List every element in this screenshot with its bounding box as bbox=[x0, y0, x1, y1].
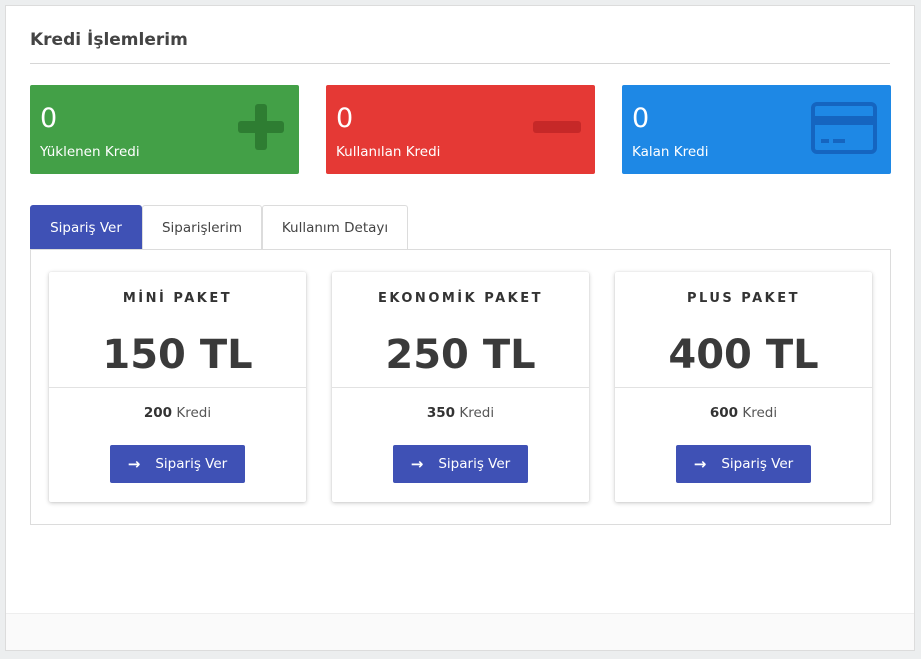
stat-label: Kullanılan Kredi bbox=[336, 144, 441, 160]
stat-loaded-credit: 0 Yüklenen Kredi bbox=[30, 85, 299, 174]
package-price: 400 TL bbox=[668, 332, 819, 378]
package-card-economic: EKONOMİK PAKET 250 TL 350 Kredi → Sipari… bbox=[332, 272, 589, 502]
package-name: MİNİ PAKET bbox=[122, 291, 233, 306]
credit-unit: Kredi bbox=[176, 405, 212, 421]
credit-panel: Kredi İşlemlerim 0 Yüklenen Kredi 0 Kull… bbox=[5, 5, 915, 651]
package-price: 250 TL bbox=[385, 332, 536, 378]
panel-footer bbox=[6, 613, 914, 650]
tab-usage-detail[interactable]: Kullanım Detayı bbox=[262, 205, 408, 250]
package-credit: 350 Kredi bbox=[332, 405, 589, 421]
tab-order[interactable]: Sipariş Ver bbox=[30, 205, 142, 250]
title-divider bbox=[30, 63, 890, 64]
order-button[interactable]: → Sipariş Ver bbox=[393, 445, 528, 483]
credit-unit: Kredi bbox=[459, 405, 495, 421]
tab-content-order: MİNİ PAKET 150 TL 200 Kredi → Sipariş Ve… bbox=[30, 249, 891, 525]
package-card-mini: MİNİ PAKET 150 TL 200 Kredi → Sipariş Ve… bbox=[49, 272, 306, 502]
package-name: PLUS PAKET bbox=[686, 291, 800, 306]
credit-amount: 600 bbox=[709, 405, 739, 421]
stat-value: 0 bbox=[632, 103, 650, 134]
minus-icon bbox=[533, 121, 581, 133]
package-credit: 600 Kredi bbox=[615, 405, 872, 421]
stat-label: Yüklenen Kredi bbox=[40, 144, 140, 160]
credit-amount: 350 bbox=[426, 405, 456, 421]
credit-card-icon bbox=[811, 102, 877, 154]
tab-my-orders[interactable]: Siparişlerim bbox=[142, 205, 262, 250]
package-name: EKONOMİK PAKET bbox=[378, 291, 543, 306]
order-button-label: Sipariş Ver bbox=[155, 456, 228, 472]
arrow-right-icon: → bbox=[410, 455, 424, 473]
arrow-right-icon: → bbox=[127, 455, 141, 473]
order-button[interactable]: → Sipariş Ver bbox=[676, 445, 811, 483]
package-credit: 200 Kredi bbox=[49, 405, 306, 421]
package-divider bbox=[615, 387, 872, 388]
stat-used-credit: 0 Kullanılan Kredi bbox=[326, 85, 595, 174]
stat-remaining-credit: 0 Kalan Kredi bbox=[622, 85, 891, 174]
package-divider bbox=[49, 387, 306, 388]
package-divider bbox=[332, 387, 589, 388]
stat-value: 0 bbox=[40, 103, 58, 134]
package-price: 150 TL bbox=[102, 332, 253, 378]
stat-label: Kalan Kredi bbox=[632, 144, 709, 160]
credit-unit: Kredi bbox=[742, 405, 778, 421]
credit-amount: 200 bbox=[143, 405, 173, 421]
package-card-plus: PLUS PAKET 400 TL 600 Kredi → Sipariş Ve… bbox=[615, 272, 872, 502]
arrow-right-icon: → bbox=[693, 455, 707, 473]
order-button-label: Sipariş Ver bbox=[438, 456, 511, 472]
page-title: Kredi İşlemlerim bbox=[30, 30, 188, 50]
plus-icon bbox=[238, 104, 284, 150]
order-button[interactable]: → Sipariş Ver bbox=[110, 445, 245, 483]
order-button-label: Sipariş Ver bbox=[721, 456, 794, 472]
stat-value: 0 bbox=[336, 103, 354, 134]
